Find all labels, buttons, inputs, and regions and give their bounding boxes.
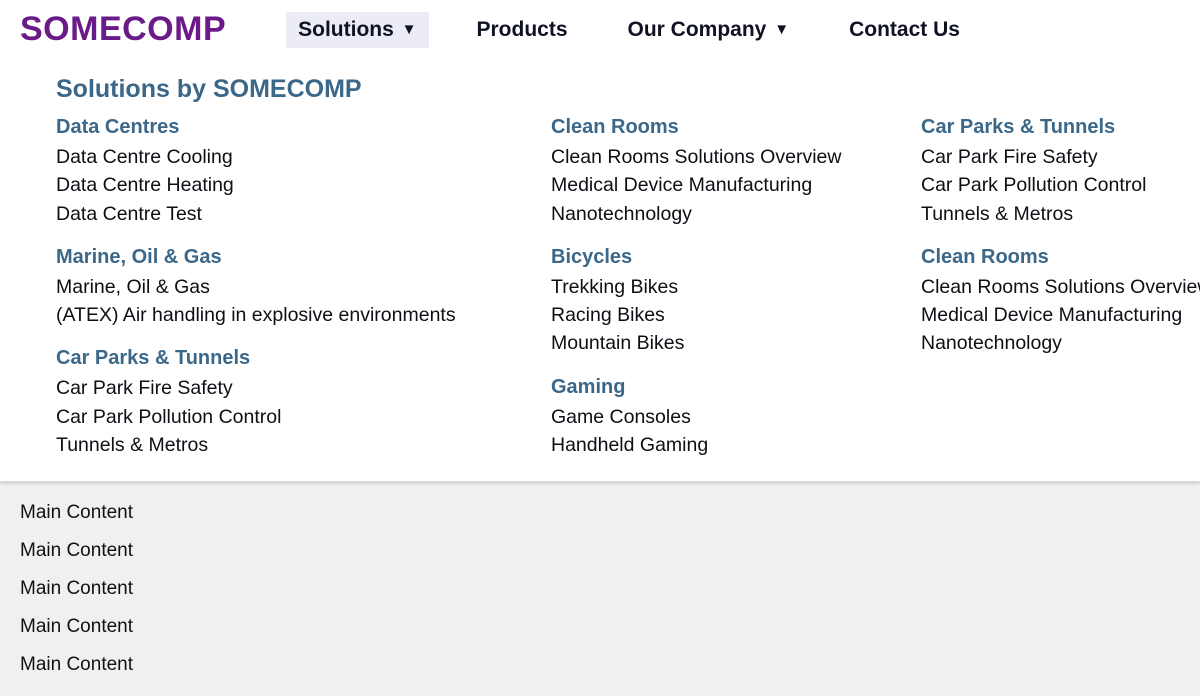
topbar: SOMECOMP Solutions ▼ Products Our Compan… xyxy=(0,0,1200,61)
mega-link[interactable]: Clean Rooms Solutions Overview xyxy=(921,273,1200,301)
mega-menu-title: Solutions by SOMECOMP xyxy=(56,75,1144,104)
mega-link[interactable]: Car Park Fire Safety xyxy=(56,374,511,402)
mega-group-title[interactable]: Clean Rooms xyxy=(921,246,1200,269)
mega-group: Marine, Oil & Gas Marine, Oil & Gas (ATE… xyxy=(56,246,511,330)
main-content-row: Main Content xyxy=(20,646,1180,684)
nav-label: Solutions xyxy=(298,18,394,41)
mega-link[interactable]: Medical Device Manufacturing xyxy=(551,171,881,199)
mega-group-title[interactable]: Bicycles xyxy=(551,246,881,269)
mega-link[interactable]: (ATEX) Air handling in explosive environ… xyxy=(56,301,511,329)
nav-item-solutions[interactable]: Solutions ▼ xyxy=(286,12,428,48)
main-content-row: Main Content xyxy=(20,494,1180,532)
primary-nav: Solutions ▼ Products Our Company ▼ Conta… xyxy=(286,12,972,48)
mega-link[interactable]: Car Park Pollution Control xyxy=(56,403,511,431)
mega-group-title[interactable]: Car Parks & Tunnels xyxy=(56,347,511,370)
nav-label: Our Company xyxy=(628,18,767,41)
mega-group: Clean Rooms Clean Rooms Solutions Overvi… xyxy=(921,246,1200,358)
mega-link[interactable]: Tunnels & Metros xyxy=(921,200,1200,228)
mega-link[interactable]: Medical Device Manufacturing xyxy=(921,301,1200,329)
mega-group: Gaming Game Consoles Handheld Gaming xyxy=(551,376,881,460)
mega-group-title[interactable]: Clean Rooms xyxy=(551,116,881,139)
mega-link[interactable]: Nanotechnology xyxy=(551,200,881,228)
mega-group: Car Parks & Tunnels Car Park Fire Safety… xyxy=(56,347,511,459)
chevron-down-icon: ▼ xyxy=(402,21,417,38)
mega-link[interactable]: Data Centre Cooling xyxy=(56,143,511,171)
mega-group: Clean Rooms Clean Rooms Solutions Overvi… xyxy=(551,116,881,228)
main-content-row: Main Content xyxy=(20,608,1180,646)
mega-group: Data Centres Data Centre Cooling Data Ce… xyxy=(56,116,511,228)
mega-link[interactable]: Clean Rooms Solutions Overview xyxy=(551,143,881,171)
mega-menu-solutions: Solutions by SOMECOMP Data Centres Data … xyxy=(0,61,1200,482)
mega-group-title[interactable]: Gaming xyxy=(551,376,881,399)
mega-link[interactable]: Data Centre Heating xyxy=(56,171,511,199)
chevron-down-icon: ▼ xyxy=(774,21,789,38)
mega-link[interactable]: Data Centre Test xyxy=(56,200,511,228)
mega-column: Car Parks & Tunnels Car Park Fire Safety… xyxy=(921,116,1200,459)
nav-item-our-company[interactable]: Our Company ▼ xyxy=(616,12,802,48)
mega-link[interactable]: Racing Bikes xyxy=(551,301,881,329)
nav-item-products[interactable]: Products xyxy=(465,12,580,48)
mega-link[interactable]: Trekking Bikes xyxy=(551,273,881,301)
mega-link[interactable]: Handheld Gaming xyxy=(551,431,881,459)
main-content: Main Content Main Content Main Content M… xyxy=(0,482,1200,696)
mega-link[interactable]: Marine, Oil & Gas xyxy=(56,273,511,301)
mega-link[interactable]: Car Park Pollution Control xyxy=(921,171,1200,199)
brand-logo[interactable]: SOMECOMP xyxy=(20,10,226,49)
mega-link[interactable]: Car Park Fire Safety xyxy=(921,143,1200,171)
nav-label: Products xyxy=(477,18,568,41)
main-content-row: Main Content xyxy=(20,532,1180,570)
mega-column: Data Centres Data Centre Cooling Data Ce… xyxy=(56,116,511,459)
mega-link[interactable]: Mountain Bikes xyxy=(551,329,881,357)
mega-group: Car Parks & Tunnels Car Park Fire Safety… xyxy=(921,116,1200,228)
mega-column: Clean Rooms Clean Rooms Solutions Overvi… xyxy=(551,116,881,459)
mega-link[interactable]: Game Consoles xyxy=(551,403,881,431)
mega-group-title[interactable]: Marine, Oil & Gas xyxy=(56,246,511,269)
mega-group: Bicycles Trekking Bikes Racing Bikes Mou… xyxy=(551,246,881,358)
main-content-row: Main Content xyxy=(20,570,1180,608)
mega-link[interactable]: Nanotechnology xyxy=(921,329,1200,357)
mega-columns: Data Centres Data Centre Cooling Data Ce… xyxy=(56,116,1144,459)
mega-group-title[interactable]: Data Centres xyxy=(56,116,511,139)
nav-item-contact-us[interactable]: Contact Us xyxy=(837,12,972,48)
mega-link[interactable]: Tunnels & Metros xyxy=(56,431,511,459)
mega-group-title[interactable]: Car Parks & Tunnels xyxy=(921,116,1200,139)
nav-label: Contact Us xyxy=(849,18,960,41)
